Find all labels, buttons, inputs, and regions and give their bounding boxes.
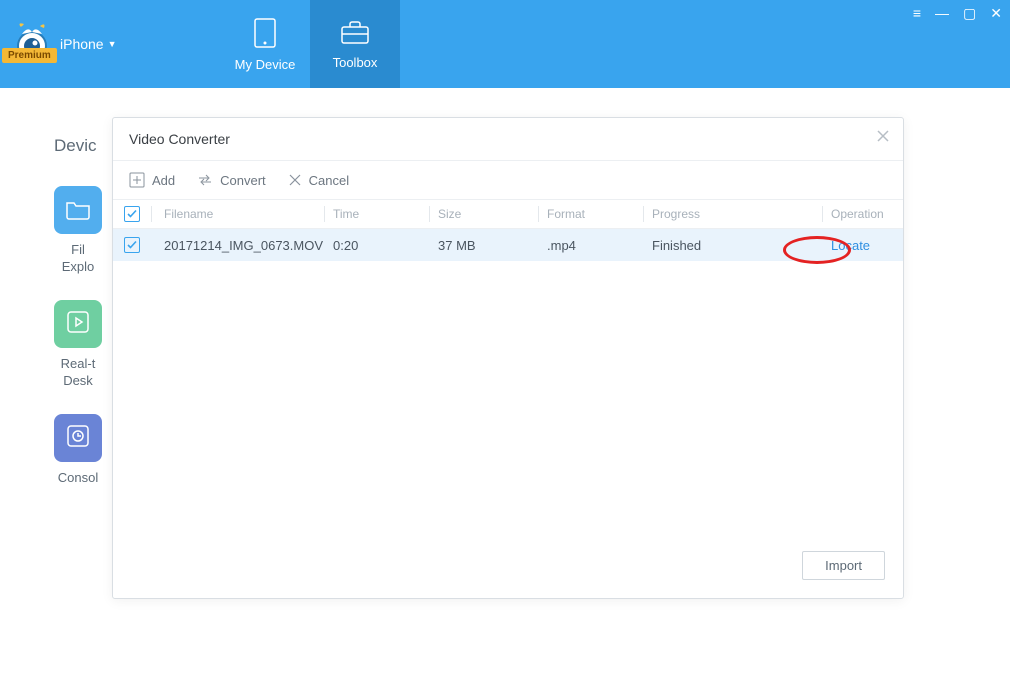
folder-icon [65, 198, 91, 223]
cell-filename: 20171214_IMG_0673.MOV [160, 238, 324, 253]
close-icon[interactable]: ✕ [990, 6, 1002, 20]
nav-label: Toolbox [333, 55, 378, 70]
device-selector[interactable]: iPhone ▼ [60, 36, 117, 52]
menu-icon[interactable]: ≡ [913, 6, 921, 20]
tile-file-explorer[interactable]: Fil Explo [54, 186, 102, 276]
col-operation: Operation [831, 207, 903, 221]
top-nav: My Device Toolbox [220, 0, 400, 88]
tile-console[interactable]: Consol [54, 414, 102, 487]
locate-link[interactable]: Locate [831, 238, 870, 253]
brand-area: iPhone ▼ Premium [0, 0, 220, 88]
device-label: iPhone [60, 36, 104, 52]
tile-label: Real-t Desk [61, 356, 96, 390]
x-icon [288, 173, 302, 187]
video-converter-dialog: Video Converter Add Convert Cancel Filen… [112, 117, 904, 599]
chevron-down-icon: ▼ [108, 39, 117, 49]
close-icon[interactable] [875, 128, 891, 147]
nav-my-device[interactable]: My Device [220, 0, 310, 88]
sidebar: Devic Fil Explo Real-t Desk Consol [54, 136, 102, 510]
button-label: Cancel [309, 173, 349, 188]
cell-progress: Finished [652, 238, 822, 253]
cancel-button[interactable]: Cancel [288, 173, 349, 188]
add-button[interactable]: Add [129, 172, 175, 188]
cell-format: .mp4 [547, 238, 643, 253]
button-label: Convert [220, 173, 266, 188]
nav-toolbox[interactable]: Toolbox [310, 0, 400, 88]
tile-real-time[interactable]: Real-t Desk [54, 300, 102, 390]
swap-icon [197, 172, 213, 188]
dialog-toolbar: Add Convert Cancel [113, 161, 903, 200]
cell-time: 0:20 [333, 238, 429, 253]
nav-label: My Device [235, 57, 296, 72]
row-checkbox[interactable] [124, 237, 140, 253]
import-button[interactable]: Import [802, 551, 885, 580]
tile-label: Consol [58, 470, 98, 487]
convert-button[interactable]: Convert [197, 172, 266, 188]
button-label: Add [152, 173, 175, 188]
tile-label: Fil Explo [62, 242, 95, 276]
col-progress: Progress [652, 207, 822, 221]
table-row[interactable]: 20171214_IMG_0673.MOV 0:20 37 MB .mp4 Fi… [113, 229, 903, 261]
cell-size: 37 MB [438, 238, 538, 253]
col-time: Time [333, 207, 429, 221]
tablet-icon [251, 17, 279, 49]
table-header: Filename Time Size Format Progress Opera… [113, 200, 903, 229]
premium-badge: Premium [2, 46, 57, 61]
clock-icon [66, 424, 90, 451]
col-filename: Filename [160, 207, 324, 221]
toolbox-icon [339, 19, 371, 47]
col-size: Size [438, 207, 538, 221]
select-all-checkbox[interactable] [124, 206, 140, 222]
maximize-icon[interactable]: ▢ [963, 6, 976, 20]
play-icon [66, 310, 90, 337]
dialog-header: Video Converter [113, 118, 903, 161]
plus-icon [129, 172, 145, 188]
minimize-icon[interactable]: — [935, 6, 949, 20]
title-bar: iPhone ▼ Premium My Device Toolbox ≡ — [0, 0, 1010, 88]
file-table: Filename Time Size Format Progress Opera… [113, 200, 903, 261]
col-format: Format [547, 207, 643, 221]
window-controls: ≡ — ▢ ✕ [913, 6, 1002, 20]
dialog-footer: Import [802, 551, 885, 580]
section-title: Devic [54, 136, 102, 156]
dialog-title: Video Converter [129, 131, 230, 147]
